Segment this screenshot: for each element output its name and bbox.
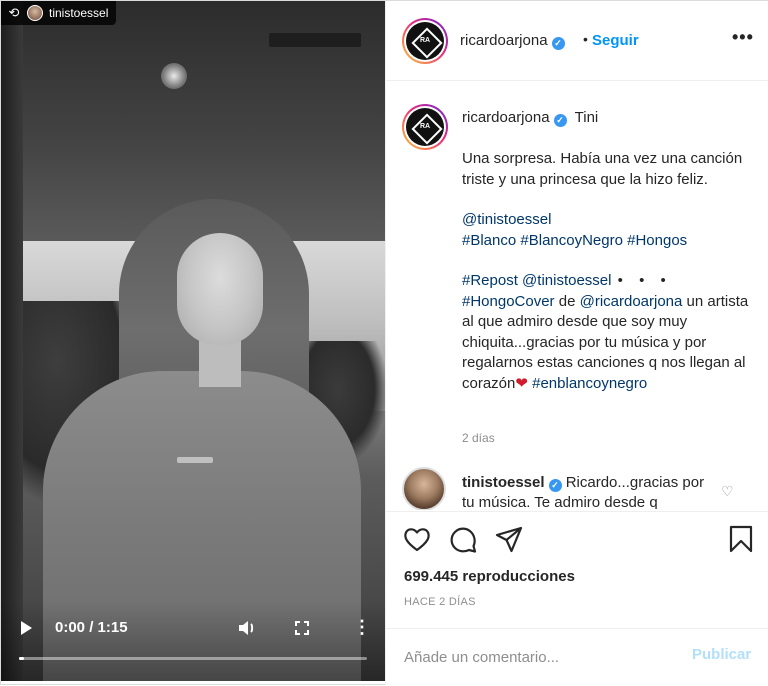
reply-username[interactable]: tinistoessel (462, 474, 545, 491)
hashtag-link[interactable]: #HongoCover (462, 293, 555, 310)
bookmark-icon[interactable] (726, 524, 756, 554)
comment-icon[interactable] (448, 524, 478, 554)
video-player[interactable]: ⟲ tinistoessel 0:00 / 1:15 ⋮ (1, 1, 385, 681)
video-sweater-print (177, 457, 213, 463)
add-comment-section: Publicar (386, 628, 768, 686)
follow-button[interactable]: Seguir (592, 32, 639, 49)
caption-text: de (558, 292, 576, 310)
author-logo (406, 22, 444, 60)
repost-icon: ⟲ (8, 5, 20, 20)
caption-avatar[interactable] (402, 104, 448, 150)
mention-link[interactable]: @tinistoessel (522, 272, 611, 289)
hashtag-link[interactable]: #BlancoyNegro (520, 232, 623, 249)
action-bar: 699.445 reproducciones HACE 2 DÍAS Publi… (386, 511, 768, 685)
post-side-panel: ricardoarjona✓ • Seguir ••• ricardoarjon… (385, 1, 768, 685)
options-icon[interactable]: ••• (732, 27, 754, 48)
caption-body: Una sorpresa. Había una vez una canción … (462, 149, 752, 414)
comment-heart-icon[interactable]: ♡ (721, 483, 734, 500)
caption-dots: • • • (617, 272, 672, 289)
hashtag-link[interactable]: #Blanco (462, 232, 516, 249)
heart-emoji: ❤ (515, 374, 528, 392)
post-time[interactable]: HACE 2 DÍAS (404, 596, 476, 608)
author-avatar[interactable] (402, 18, 448, 64)
repost-username[interactable]: tinistoessel (49, 6, 108, 20)
comment-input[interactable] (404, 645, 684, 669)
caption-title: Tini (574, 109, 599, 126)
author-username[interactable]: ricardoarjona ✓ (460, 32, 565, 50)
caption-logo (406, 108, 444, 146)
hashtag-link[interactable]: #Repost (462, 272, 518, 289)
verified-icon: ✓ (553, 114, 567, 127)
share-icon[interactable] (494, 524, 524, 554)
video-controls: 0:00 / 1:15 ⋮ (1, 601, 385, 681)
caption-paragraph: Una sorpresa. Había una vez una canción … (462, 150, 743, 188)
verified-icon: ✓ (548, 479, 562, 492)
video-progress-track[interactable] (19, 657, 367, 660)
reply-avatar[interactable] (402, 467, 446, 510)
caption-age[interactable]: 2 días (462, 431, 495, 445)
heart-icon[interactable] (402, 524, 432, 554)
view-count[interactable]: 699.445 reproducciones (404, 568, 575, 585)
video-time: 0:00 / 1:15 (55, 619, 128, 636)
more-vertical-icon[interactable]: ⋮ (353, 617, 371, 637)
volume-icon[interactable] (237, 619, 257, 642)
hashtag-link[interactable]: #enblancoynegro (532, 375, 647, 392)
video-scene-vent (269, 33, 361, 47)
video-person-face (177, 233, 263, 345)
reply-comment: tinistoessel ✓ Ricardo...gracias por tu m… (462, 473, 710, 509)
play-icon[interactable] (21, 621, 32, 635)
comments-area[interactable]: ricardoarjona✓ Tini Una sorpresa. Había … (386, 82, 768, 510)
mention-link[interactable]: @ricardoarjona (580, 293, 683, 310)
caption-header: ricardoarjona ✓ Tini (462, 109, 598, 127)
video-scene-pillar (1, 1, 23, 681)
post-header: ricardoarjona✓ • Seguir ••• (386, 1, 768, 81)
caption-username[interactable]: ricardoarjona (462, 109, 550, 126)
repost-avatar (27, 5, 43, 21)
mention-link[interactable]: @tinistoessel (462, 211, 551, 228)
fullscreen-icon[interactable] (295, 621, 309, 635)
video-scene-lamp (161, 63, 187, 89)
video-progress-fill (19, 657, 25, 660)
header-separator: • (583, 31, 588, 47)
repost-badge[interactable]: ⟲ tinistoessel (1, 1, 117, 25)
publish-button[interactable]: Publicar (692, 646, 751, 663)
verified-icon: ✓ (551, 37, 565, 50)
instagram-post-frame: ⟲ tinistoessel 0:00 / 1:15 ⋮ RA ricardoa… (0, 0, 768, 685)
hashtag-link[interactable]: #Hongos (627, 232, 687, 249)
